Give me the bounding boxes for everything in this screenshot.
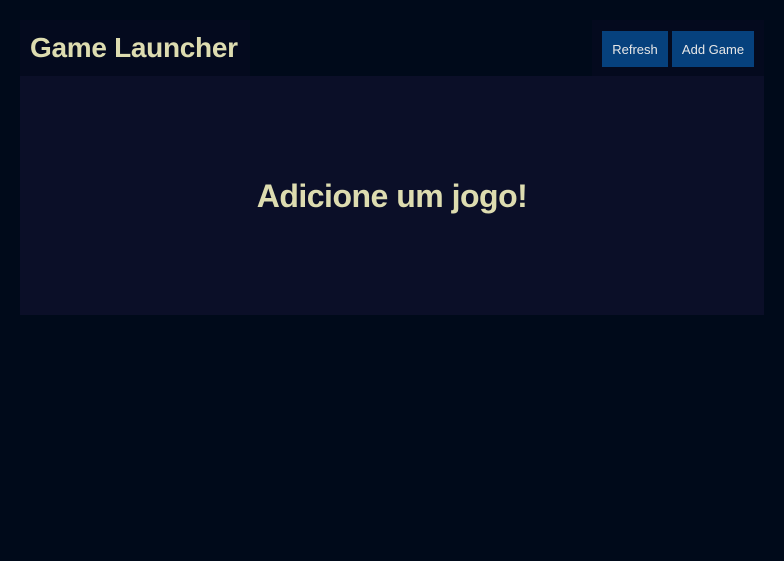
header-title-area: Game Launcher <box>20 20 250 76</box>
refresh-button[interactable]: Refresh <box>602 31 668 67</box>
app-title: Game Launcher <box>30 32 238 63</box>
header-divider <box>250 20 592 76</box>
add-game-button[interactable]: Add Game <box>672 31 754 67</box>
empty-library-message: Adicione um jogo! <box>256 178 528 214</box>
header-actions: Refresh Add Game <box>592 20 764 76</box>
